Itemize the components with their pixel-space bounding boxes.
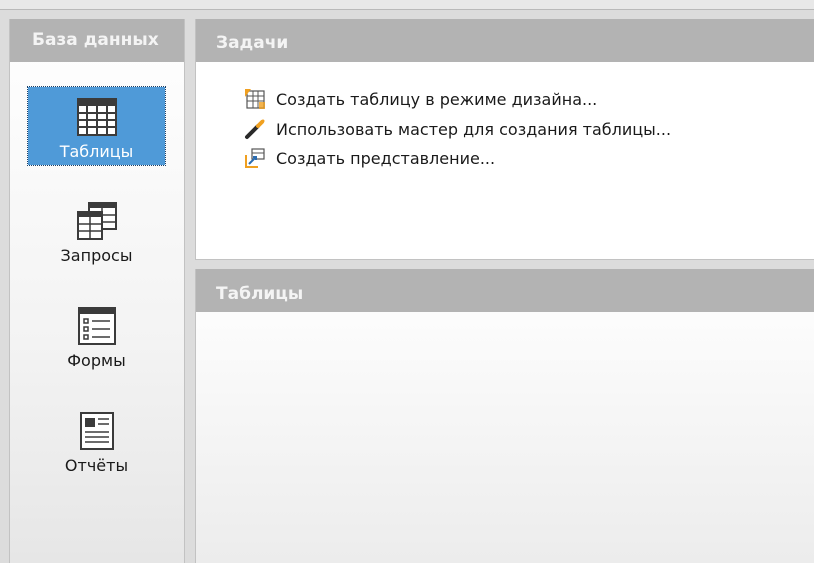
db-item-forms[interactable]: Формы	[28, 296, 165, 374]
task-create-table-design-label: Создать таблицу в режиме дизайна...	[276, 89, 598, 109]
table-icon	[76, 98, 117, 136]
create-view-icon	[245, 148, 265, 168]
wizard-wand-icon	[245, 119, 265, 139]
db-item-forms-label: Формы	[67, 351, 126, 370]
database-panel: База данных Таблицы Запросы Формы Отчёты	[9, 19, 185, 563]
window-top-edge	[0, 0, 814, 10]
db-item-reports[interactable]: Отчёты	[28, 401, 165, 479]
db-item-queries[interactable]: Запросы	[28, 191, 165, 269]
tables-header: Таблицы	[196, 269, 814, 312]
task-table-wizard-label: Использовать мастер для создания таблицы…	[276, 119, 672, 139]
design-table-icon	[245, 89, 265, 109]
task-create-view-label: Создать представление...	[276, 148, 496, 168]
tasks-panel: Задачи Создать таблицу в режиме дизайна.…	[195, 19, 814, 260]
db-item-tables-label: Таблицы	[59, 142, 134, 161]
form-icon	[77, 307, 116, 345]
database-panel-header: База данных	[10, 19, 184, 62]
task-create-table-design[interactable]: Создать таблицу в режиме дизайна...	[244, 87, 597, 111]
db-item-tables[interactable]: Таблицы	[27, 86, 166, 166]
db-item-queries-label: Запросы	[60, 246, 133, 265]
task-create-view[interactable]: Создать представление...	[244, 146, 495, 170]
db-item-reports-label: Отчёты	[64, 456, 129, 475]
tables-list-area[interactable]	[196, 312, 814, 563]
report-icon	[79, 412, 114, 450]
tasks-header: Задачи	[196, 19, 814, 62]
tables-panel: Таблицы	[195, 269, 814, 563]
query-icon	[76, 202, 117, 240]
task-table-wizard[interactable]: Использовать мастер для создания таблицы…	[244, 117, 671, 141]
